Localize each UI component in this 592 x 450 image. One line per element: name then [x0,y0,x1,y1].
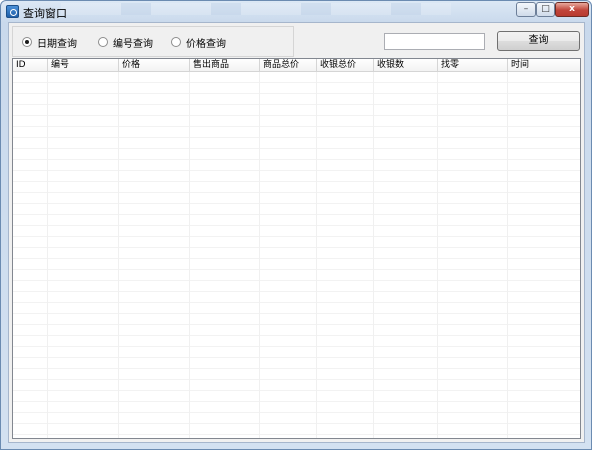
radio-dot-icon[interactable] [98,37,108,47]
table-body[interactable] [13,72,580,438]
radio-dot-icon[interactable] [171,37,181,47]
close-button[interactable]: x [555,2,589,17]
column-divider [118,72,119,438]
title-bar[interactable]: 查询窗口 – □ x [1,1,591,23]
title-bar-background [61,3,451,15]
column-header-sold-items[interactable]: 售出商品 [190,59,260,71]
window-title: 查询窗口 [23,7,67,20]
column-divider [373,72,374,438]
radio-price-query[interactable]: 价格查询 [171,35,226,50]
query-window: 查询窗口 – □ x 日期查询 编号查询 价格查询 查询 ID 编号 价格 售出… [0,0,592,450]
radio-dot-icon[interactable] [22,37,32,47]
query-type-group: 日期查询 编号查询 价格查询 [12,26,294,57]
minimize-button[interactable]: – [516,2,536,17]
radio-date-query[interactable]: 日期查询 [22,35,77,50]
query-button[interactable]: 查询 [497,31,580,51]
column-divider [507,72,508,438]
column-divider [189,72,190,438]
radio-label: 价格查询 [186,38,226,50]
column-divider [437,72,438,438]
column-header-goods-total[interactable]: 商品总价 [260,59,317,71]
radio-number-query[interactable]: 编号查询 [98,35,153,50]
column-header-cash-received[interactable]: 收银数 [374,59,438,71]
maximize-button[interactable]: □ [536,2,555,17]
search-input[interactable] [384,33,485,50]
column-header-change[interactable]: 找零 [438,59,508,71]
radio-label: 编号查询 [113,38,153,50]
column-header-price[interactable]: 价格 [119,59,190,71]
column-header-time[interactable]: 时间 [508,59,580,71]
client-area: 日期查询 编号查询 价格查询 查询 ID 编号 价格 售出商品 商品总价 收银总… [8,22,585,443]
table-header: ID 编号 价格 售出商品 商品总价 收银总价 收银数 找零 时间 [13,59,580,72]
column-divider [316,72,317,438]
radio-label: 日期查询 [37,38,77,50]
app-icon [6,5,19,18]
column-header-number[interactable]: 编号 [48,59,119,71]
column-header-id[interactable]: ID [13,59,48,71]
column-divider [259,72,260,438]
column-divider [47,72,48,438]
results-table[interactable]: ID 编号 价格 售出商品 商品总价 收银总价 收银数 找零 时间 [12,58,581,439]
column-header-cash-total[interactable]: 收银总价 [317,59,374,71]
